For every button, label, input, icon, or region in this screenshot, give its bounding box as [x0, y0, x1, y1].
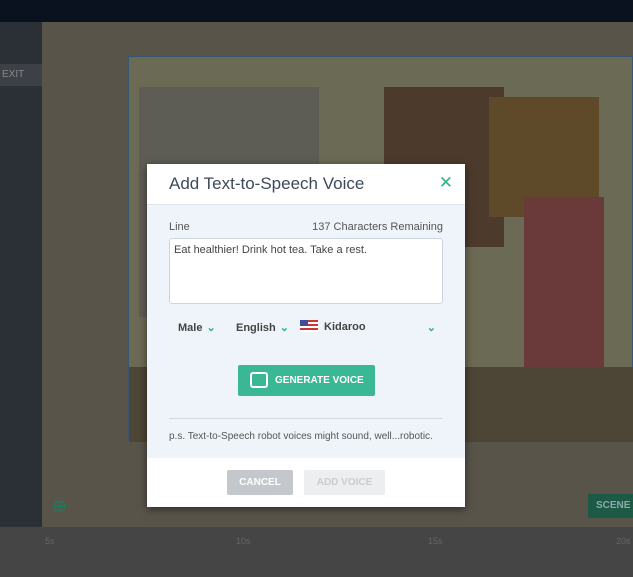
line-label: Line	[169, 221, 190, 233]
robot-voice-note: p.s. Text-to-Speech robot voices might s…	[169, 431, 433, 442]
add-voice-button[interactable]: ADD VOICE	[304, 470, 385, 495]
exit-button[interactable]: EXIT	[0, 64, 42, 86]
scene-button[interactable]: SCENE	[588, 494, 633, 518]
timeline-tick: 15s	[428, 536, 443, 546]
divider	[169, 418, 443, 419]
zoom-in-icon[interactable]: ⊕	[52, 496, 67, 517]
dialog-title: Add Text-to-Speech Voice	[147, 164, 465, 205]
close-icon[interactable]: ✕	[439, 173, 453, 193]
language-select[interactable]: English ⌄	[236, 321, 289, 334]
tts-dialog: Add Text-to-Speech Voice ✕ Line 137 Char…	[147, 164, 465, 507]
gender-value: Male	[178, 322, 203, 334]
timeline-tick: 5s	[45, 536, 55, 546]
voice-value: Kidaroo	[324, 321, 366, 333]
cancel-button[interactable]: CANCEL	[227, 470, 293, 495]
robot-icon	[250, 372, 268, 388]
characters-remaining: 137 Characters Remaining	[312, 221, 443, 233]
timeline-tick: 20s	[616, 536, 631, 546]
timeline[interactable]	[0, 527, 633, 577]
gender-select[interactable]: Male ⌄	[178, 321, 216, 334]
voice-select[interactable]: Kidaroo ⌄	[324, 321, 444, 334]
left-panel	[0, 22, 42, 527]
chevron-down-icon: ⌄	[279, 322, 289, 334]
language-value: English	[236, 322, 276, 334]
us-flag-icon	[300, 320, 318, 332]
chevron-down-icon: ⌄	[426, 322, 436, 334]
generate-voice-label: GENERATE VOICE	[275, 375, 364, 386]
timeline-tick: 10s	[236, 536, 251, 546]
generate-voice-button[interactable]: GENERATE VOICE	[238, 365, 375, 396]
line-input[interactable]: Eat healthier! Drink hot tea. Take a res…	[169, 238, 443, 304]
dialog-body: Line 137 Characters Remaining Eat health…	[147, 205, 465, 458]
top-toolbar	[0, 0, 633, 22]
chevron-down-icon: ⌄	[206, 322, 216, 334]
